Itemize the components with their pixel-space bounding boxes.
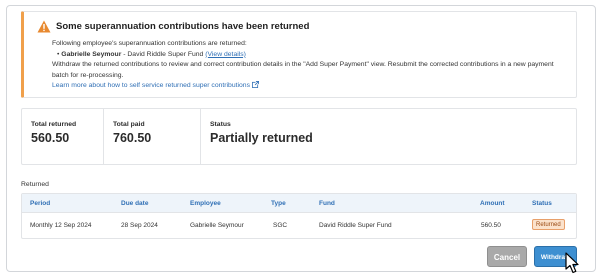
returned-table: Period Due date Employee Type Fund Amoun… <box>21 193 577 239</box>
cell-type: SGC <box>273 222 288 229</box>
employee-fund: - David Riddle Super Fund <box>121 50 204 58</box>
column-header-employee[interactable]: Employee <box>190 200 221 207</box>
external-link-icon[interactable] <box>252 81 259 88</box>
warning-icon <box>37 20 51 33</box>
column-header-amount[interactable]: Amount <box>480 200 505 207</box>
learn-more-row: Learn more about how to self service ret… <box>52 81 572 92</box>
returned-section-title: Returned <box>21 181 49 188</box>
cell-amount: 560.50 <box>481 222 501 229</box>
alert-body: Following employee's superannuation cont… <box>52 39 572 92</box>
alert-instructions: Withdraw the returned contributions to r… <box>52 61 554 79</box>
returned-employee-item: • Gabrielle Seymour - David Riddle Super… <box>57 50 246 58</box>
status-badge: Returned <box>532 219 565 230</box>
column-header-fund[interactable]: Fund <box>319 200 335 207</box>
summary-panel: Total returned 560.50 Total paid 760.50 … <box>21 108 577 165</box>
status-cell: Status Partially returned <box>200 109 576 164</box>
status-value: Partially returned <box>210 131 313 145</box>
column-header-type[interactable]: Type <box>271 200 286 207</box>
cell-due-date: 28 Sep 2024 <box>121 222 158 229</box>
mouse-pointer-icon <box>565 252 579 274</box>
status-label: Status <box>210 121 231 128</box>
total-paid-label: Total paid <box>113 121 145 128</box>
cancel-button[interactable]: Cancel <box>487 246 527 267</box>
returned-alert: Some superannuation contributions have b… <box>21 11 577 98</box>
column-header-status[interactable]: Status <box>532 200 552 207</box>
column-header-period[interactable]: Period <box>30 200 50 207</box>
employee-name: Gabrielle Seymour <box>61 50 122 58</box>
view-details-link[interactable]: (View details) <box>205 51 246 58</box>
cell-period: Monthly 12 Sep 2024 <box>30 222 92 229</box>
total-paid-cell: Total paid 760.50 <box>103 109 200 164</box>
cell-employee: Gabrielle Seymour <box>190 222 244 229</box>
alert-title: Some superannuation contributions have b… <box>56 21 310 32</box>
total-returned-value: 560.50 <box>31 131 70 145</box>
column-header-due-date[interactable]: Due date <box>121 200 148 207</box>
total-paid-value: 760.50 <box>113 131 152 145</box>
cell-fund: David Riddle Super Fund <box>319 222 392 229</box>
alert-intro: Following employee's superannuation cont… <box>52 40 247 47</box>
learn-more-link[interactable]: Learn more about how to self service ret… <box>52 82 250 89</box>
total-returned-cell: Total returned 560.50 <box>22 109 103 164</box>
total-returned-label: Total returned <box>31 121 77 128</box>
table-header: Period Due date Employee Type Fund Amoun… <box>22 194 576 213</box>
